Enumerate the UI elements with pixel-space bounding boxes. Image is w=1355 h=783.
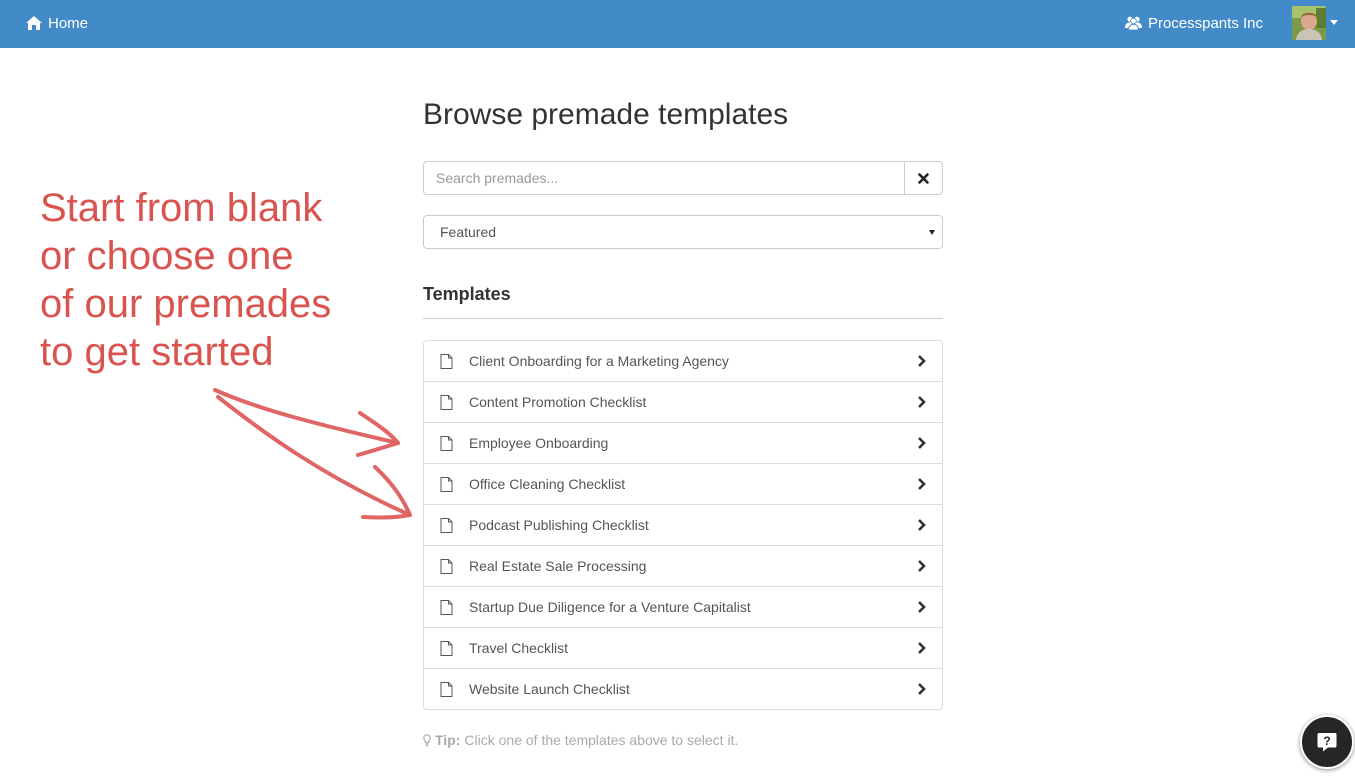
- template-label: Real Estate Sale Processing: [469, 558, 647, 574]
- template-item[interactable]: Startup Due Diligence for a Venture Capi…: [424, 587, 942, 628]
- home-icon: [26, 16, 42, 30]
- home-label: Home: [48, 14, 89, 32]
- chevron-right-icon: [918, 355, 926, 367]
- chevron-right-icon: [918, 683, 926, 695]
- templates-heading: Templates: [423, 280, 943, 319]
- file-icon: [440, 640, 453, 656]
- search-input[interactable]: [423, 161, 904, 195]
- template-label: Travel Checklist: [469, 640, 569, 656]
- file-icon: [440, 353, 453, 369]
- organization-label: Processpants Inc: [1147, 14, 1263, 32]
- organization-menu[interactable]: Processpants Inc: [1124, 12, 1263, 34]
- help-button[interactable]: ?: [1300, 715, 1354, 769]
- template-item[interactable]: Office Cleaning Checklist: [424, 464, 942, 505]
- file-icon: [440, 517, 453, 533]
- tip-text: Tip: Click one of the templates above to…: [423, 732, 738, 748]
- file-icon: [440, 681, 453, 697]
- template-item[interactable]: Content Promotion Checklist: [424, 382, 942, 423]
- annotation-arrows: [213, 388, 412, 520]
- tip-message: Click one of the templates above to sele…: [464, 732, 739, 748]
- template-label: Podcast Publishing Checklist: [469, 517, 649, 533]
- template-label: Office Cleaning Checklist: [469, 476, 626, 492]
- template-label: Client Onboarding for a Marketing Agency: [469, 353, 729, 369]
- page-title: Browse premade templates: [423, 98, 789, 131]
- clear-search-button[interactable]: [904, 161, 943, 195]
- annotation-line-3: of our premades: [40, 282, 332, 326]
- chevron-right-icon: [918, 560, 926, 572]
- annotation-line-1: Start from blank: [40, 186, 323, 230]
- tip-label: Tip:: [435, 732, 461, 748]
- file-icon: [440, 558, 453, 574]
- question-bubble-icon: ?: [1317, 733, 1337, 752]
- annotation-callout: Start from blank or choose one of our pr…: [40, 184, 370, 376]
- svg-text:?: ?: [1323, 734, 1330, 748]
- chevron-right-icon: [918, 396, 926, 408]
- file-icon: [440, 435, 453, 451]
- file-icon: [440, 599, 453, 615]
- annotation-line-2: or choose one: [40, 234, 294, 278]
- template-label: Startup Due Diligence for a Venture Capi…: [469, 599, 751, 615]
- chevron-right-icon: [918, 478, 926, 490]
- template-label: Content Promotion Checklist: [469, 394, 647, 410]
- template-item[interactable]: Real Estate Sale Processing: [424, 546, 942, 587]
- arrow-lower: [216, 395, 412, 517]
- lightbulb-icon: [423, 733, 431, 746]
- chevron-right-icon: [918, 437, 926, 449]
- chevron-right-icon: [918, 601, 926, 613]
- template-browser: Browse premade templates Featured Templa…: [423, 90, 943, 748]
- avatar[interactable]: [1292, 6, 1326, 40]
- chevron-right-icon: [918, 519, 926, 531]
- user-menu-caret[interactable]: [1330, 20, 1338, 25]
- close-icon: [918, 172, 929, 184]
- template-label: Website Launch Checklist: [469, 681, 630, 697]
- chevron-right-icon: [918, 642, 926, 654]
- search-group: [423, 161, 943, 195]
- file-icon: [440, 394, 453, 410]
- template-item[interactable]: Podcast Publishing Checklist: [424, 505, 942, 546]
- user-avatar-image: [1292, 6, 1326, 40]
- users-icon: [1124, 16, 1142, 30]
- home-link[interactable]: Home: [26, 12, 88, 34]
- category-select-value: Featured: [440, 224, 497, 240]
- caret-down-icon: [929, 230, 935, 235]
- template-item[interactable]: Client Onboarding for a Marketing Agency: [424, 341, 942, 382]
- category-select[interactable]: Featured: [423, 215, 943, 249]
- annotation-line-4: to get started: [40, 330, 274, 374]
- template-label: Employee Onboarding: [469, 435, 609, 451]
- template-item[interactable]: Website Launch Checklist: [424, 669, 942, 709]
- top-navbar: Home Processpants Inc: [0, 0, 1355, 48]
- template-item[interactable]: Employee Onboarding: [424, 423, 942, 464]
- file-icon: [440, 476, 453, 492]
- template-list: Client Onboarding for a Marketing Agency…: [423, 340, 943, 710]
- template-item[interactable]: Travel Checklist: [424, 628, 942, 669]
